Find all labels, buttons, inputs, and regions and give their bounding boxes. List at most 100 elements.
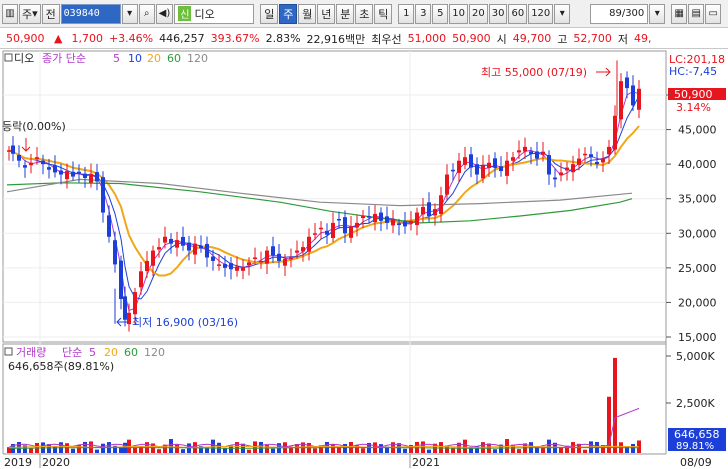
period-second[interactable]: 초 (355, 3, 374, 24)
candle-body[interactable] (35, 157, 39, 159)
candle-body[interactable] (199, 245, 203, 249)
candle-body[interactable] (607, 146, 611, 155)
candle-body[interactable] (493, 158, 497, 168)
interval-dropdown-icon[interactable]: ▾ (554, 3, 571, 24)
candle-body[interactable] (101, 177, 105, 213)
volume-bar[interactable] (631, 443, 635, 453)
candle-body[interactable] (271, 246, 275, 256)
volume-bar[interactable] (361, 448, 365, 453)
candle-body[interactable] (385, 216, 389, 223)
volume-bar[interactable] (559, 447, 563, 453)
volume-bar[interactable] (583, 449, 587, 453)
candle-body[interactable] (17, 155, 21, 161)
volume-bar[interactable] (265, 445, 269, 453)
candle-body[interactable] (373, 213, 377, 223)
candle-body[interactable] (637, 88, 641, 110)
volume-bar[interactable] (29, 448, 33, 453)
candle-body[interactable] (475, 164, 479, 175)
candle-body[interactable] (119, 260, 123, 299)
candle-body[interactable] (457, 160, 461, 173)
volume-bar[interactable] (343, 443, 347, 453)
volume-bar[interactable] (175, 444, 179, 453)
candle-body[interactable] (511, 157, 515, 161)
candle-body[interactable] (523, 146, 527, 152)
chart-type-icon[interactable]: ▥ (2, 3, 18, 24)
candle-body[interactable] (113, 240, 117, 265)
interval-1[interactable]: 1 (398, 3, 415, 24)
prev-button[interactable]: 전 (41, 3, 60, 24)
period-month[interactable]: 월 (298, 3, 317, 24)
candle-body[interactable] (295, 250, 299, 253)
candle-body[interactable] (433, 209, 437, 216)
volume-bar[interactable] (101, 443, 105, 453)
volume-bar[interactable] (247, 449, 251, 453)
candle-body[interactable] (95, 172, 99, 182)
candle-body[interactable] (547, 155, 551, 175)
candle-body[interactable] (469, 154, 473, 168)
speaker-icon[interactable]: ◀) (155, 3, 174, 24)
candle-body[interactable] (175, 240, 179, 248)
candle-body[interactable] (145, 260, 149, 272)
candle-body[interactable] (139, 271, 143, 288)
candle-body[interactable] (65, 171, 69, 180)
candle-body[interactable] (409, 220, 413, 224)
volume-bar[interactable] (379, 444, 383, 453)
interval-20[interactable]: 20 (468, 3, 488, 24)
interval-3[interactable]: 3 (415, 3, 432, 24)
candle-body[interactable] (421, 207, 425, 215)
candle-body[interactable] (247, 262, 251, 266)
volume-bar[interactable] (119, 447, 123, 453)
volume-bar[interactable] (259, 441, 263, 453)
candle-body[interactable] (391, 219, 395, 226)
chart-area[interactable]: 디오 종가 단순 5 10 20 60 120 최고 55,000 (07/19… (0, 50, 728, 469)
candle-body[interactable] (157, 247, 161, 250)
period-day[interactable]: 일 (260, 3, 279, 24)
candle-body[interactable] (265, 250, 269, 264)
candle-body[interactable] (361, 216, 365, 219)
candle-body[interactable] (505, 160, 509, 176)
candle-body[interactable] (235, 266, 239, 271)
candle-body[interactable] (241, 267, 245, 271)
expand-icon[interactable]: ▭ (705, 3, 722, 24)
candle-body[interactable] (553, 177, 557, 180)
candle-body[interactable] (343, 217, 347, 234)
candle-body[interactable] (589, 154, 593, 158)
candle-body[interactable] (23, 165, 27, 168)
candle-body[interactable] (445, 174, 449, 195)
candle-body[interactable] (601, 158, 605, 163)
candle-body[interactable] (47, 167, 51, 170)
candle-body[interactable] (41, 160, 45, 165)
volume-bar[interactable] (95, 449, 99, 453)
grid-settings-icon[interactable]: ▦ (671, 3, 688, 24)
volume-bar[interactable] (271, 448, 275, 453)
candle-body[interactable] (289, 257, 293, 260)
candle-body[interactable] (535, 151, 539, 159)
volume-bar[interactable] (403, 448, 407, 453)
volume-bar[interactable] (133, 447, 137, 453)
candle-body[interactable] (439, 195, 443, 214)
interval-30[interactable]: 30 (488, 3, 508, 24)
interval-120[interactable]: 120 (528, 3, 554, 24)
candle-body[interactable] (83, 173, 87, 178)
candle-body[interactable] (325, 230, 329, 235)
candle-body[interactable] (307, 236, 311, 252)
candle-body[interactable] (11, 145, 15, 154)
candle-body[interactable] (529, 151, 533, 154)
period-minute[interactable]: 분 (336, 3, 355, 24)
candle-body[interactable] (7, 150, 11, 152)
candle-body[interactable] (349, 226, 353, 238)
candle-body[interactable] (487, 162, 491, 168)
candle-body[interactable] (625, 77, 629, 89)
candle-body[interactable] (559, 172, 563, 176)
volume-bar[interactable] (295, 444, 299, 453)
volume-bar[interactable] (547, 439, 551, 453)
candle-body[interactable] (151, 250, 155, 266)
candle-body[interactable] (337, 218, 341, 221)
candle-body[interactable] (211, 256, 215, 261)
volume-bar[interactable] (427, 449, 431, 453)
volume-bar[interactable] (463, 439, 467, 453)
volume-bar[interactable] (331, 444, 335, 453)
period-year[interactable]: 년 (317, 3, 336, 24)
volume-bar[interactable] (157, 449, 161, 453)
interval-10[interactable]: 10 (449, 3, 468, 24)
